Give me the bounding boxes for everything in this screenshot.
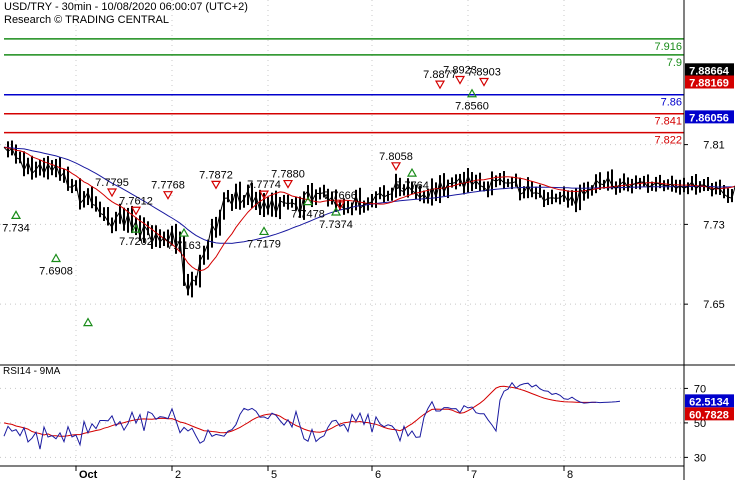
ma-slow-tag-text: 7.86056 <box>689 112 729 124</box>
last-price-tag-text: 7.88664 <box>689 65 730 77</box>
support-label: 7.6908 <box>39 265 73 277</box>
resistance-label: 7.8058 <box>379 151 413 163</box>
support-label: 7.7764 <box>395 180 429 192</box>
resistance-label: 7.7872 <box>199 169 233 181</box>
level-label: 7.822 <box>654 135 682 147</box>
resistance-label: 7.7768 <box>151 180 185 192</box>
ma-slow-tag: 7.86056 <box>685 110 734 124</box>
level-label: 7.86 <box>661 97 682 109</box>
support-marker <box>258 226 270 236</box>
rsi-ma-line <box>3 385 596 437</box>
ma-fast-tag: 7.88169 <box>685 75 734 90</box>
rsi-ma-tag-text: 60.7828 <box>689 409 729 421</box>
chart-subtitle: Research © TRADING CENTRAL <box>4 14 169 26</box>
resistance-marker <box>162 191 174 200</box>
support-label: 7.7163 <box>167 240 201 252</box>
resistance-label: 7.7666 <box>323 190 357 202</box>
x-tick-label: 7 <box>471 469 477 480</box>
chart-stage: 7.916 7.9 7.86 7.841 7.822 7.7795 7.7612 7.776… <box>0 0 735 481</box>
rsi-line <box>3 381 621 450</box>
x-tick-label: Oct <box>79 469 98 480</box>
support-marker <box>50 253 62 263</box>
resistance-label: 7.7795 <box>95 177 129 189</box>
resistance-marker <box>478 77 490 87</box>
rsi-tag: 62.5134 <box>685 394 734 408</box>
chart-title: USD/TRY - 30min - 10/08/2020 06:00:07 (U… <box>4 1 248 13</box>
ma-fast-line <box>3 146 735 272</box>
support-label: 7.8560 <box>455 101 489 113</box>
resistance-label: 7.7774 <box>247 179 281 191</box>
resistance-marker <box>454 75 466 85</box>
resistance-marker <box>434 80 446 90</box>
support-label: 7.7374 <box>319 219 353 231</box>
resistance-marker <box>130 206 142 216</box>
support-marker <box>406 167 418 177</box>
y-tick-label: 7.73 <box>703 219 724 231</box>
resistance-label: 7.8903 <box>467 67 501 79</box>
resistance-marker <box>390 162 402 172</box>
level-label: 7.916 <box>654 41 682 53</box>
support-label: 7.734 <box>2 222 30 234</box>
rsi-panel-title: RSI14 - 9MA <box>3 366 61 377</box>
resistance-marker <box>106 188 118 198</box>
last-price-tag: 7.88664 <box>685 63 734 77</box>
rsi-y-tick-label: 70 <box>694 383 706 395</box>
resistance-marker <box>282 179 294 189</box>
level-label: 7.9 <box>667 57 682 69</box>
y-tick-label: 7.65 <box>703 299 724 311</box>
support-marker <box>10 210 22 219</box>
x-tick-label: 5 <box>271 469 277 480</box>
resistance-label: 7.7880 <box>271 169 305 181</box>
support-label: 7.7179 <box>247 238 281 250</box>
support-marker <box>82 317 94 327</box>
chart-svg: 7.916 7.9 7.86 7.841 7.822 7.7795 7.7612 7.776… <box>0 0 735 481</box>
support-label: 7.7202 <box>119 236 153 248</box>
support-marker <box>466 88 478 98</box>
resistance-marker <box>210 180 222 190</box>
x-tick-label: 2 <box>175 469 181 480</box>
x-tick-label: 6 <box>375 469 381 480</box>
y-tick-label: 7.81 <box>703 140 724 152</box>
rsi-y-tick-label: 30 <box>694 452 706 464</box>
support-marker <box>178 227 190 237</box>
x-tick-label: 8 <box>567 469 573 480</box>
rsi-tag-text: 62.5134 <box>689 396 730 408</box>
level-label: 7.841 <box>654 116 682 128</box>
rsi-ma-tag: 60.7828 <box>685 407 734 421</box>
ma-fast-tag-text: 7.88169 <box>689 78 729 90</box>
resistance-label: 7.7612 <box>119 195 153 207</box>
